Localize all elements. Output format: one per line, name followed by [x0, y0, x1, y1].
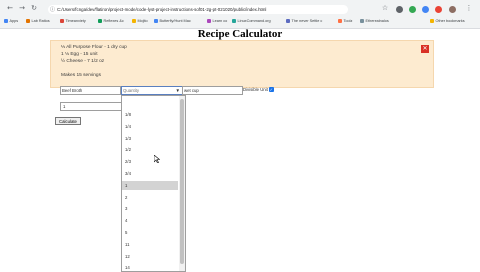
- bookmark-item[interactable]: Toolz: [338, 18, 352, 25]
- bookmark-item[interactable]: The never Settle c: [286, 18, 322, 25]
- dropdown-option[interactable]: 3/4: [122, 169, 178, 178]
- page-title: Recipe Calculator: [197, 28, 283, 40]
- bookmark-item[interactable]: Reflexes &c: [98, 18, 124, 25]
- bookmark-icon: [232, 19, 236, 23]
- profile-avatar[interactable]: [449, 6, 456, 13]
- bookmark-item[interactable]: Learn co: [207, 18, 227, 25]
- output-line: 1 ⅛ Egg - 15 unit: [61, 52, 98, 57]
- checkbox-icon[interactable]: ✓: [268, 87, 274, 93]
- bookmark-icon: [154, 19, 158, 23]
- address-text: C:/Users/fcnga/dev/flatiron/project-mode…: [57, 7, 267, 12]
- dropdown-option[interactable]: 1: [122, 180, 178, 190]
- bookmark-item[interactable]: Lab Ratios: [26, 18, 50, 25]
- reload-icon[interactable]: ↻: [30, 4, 38, 12]
- recipe-output: ✕ ⅓ All Purpose Flour - 1 dry cup 1 ⅛ Eg…: [50, 40, 434, 88]
- bookmark-icon: [26, 19, 30, 23]
- unit-input[interactable]: wet cup: [182, 86, 243, 95]
- output-line: ⅓ All Purpose Flour - 1 dry cup: [61, 45, 127, 50]
- bookmark-item[interactable]: Mojito: [132, 18, 148, 25]
- servings-text: Makes 15 servings: [61, 73, 101, 78]
- extension-icon[interactable]: [422, 6, 429, 13]
- ingredient-input[interactable]: Beef Broth: [60, 86, 121, 95]
- bookmark-icon: [338, 19, 342, 23]
- extension-icon[interactable]: [396, 6, 403, 13]
- menu-icon[interactable]: ⋮: [465, 4, 473, 12]
- back-icon[interactable]: ←: [6, 4, 14, 12]
- bookmark-icon: [360, 19, 364, 23]
- dropdown-option[interactable]: 3: [122, 204, 178, 213]
- extension-icon[interactable]: [435, 6, 442, 13]
- servings-input[interactable]: 1: [60, 102, 122, 111]
- bookmark-icon: [98, 19, 102, 23]
- file-icon: ⓘ: [49, 7, 55, 13]
- scrollbar-thumb[interactable]: [180, 99, 184, 264]
- star-icon[interactable]: ☆: [381, 4, 389, 12]
- bookmark-item[interactable]: Butterfly/Hunt Mac: [154, 18, 191, 25]
- dropdown-option[interactable]: 1/3: [122, 134, 178, 143]
- dropdown-option[interactable]: 2: [122, 193, 178, 202]
- apps-icon: [4, 19, 8, 23]
- browser-toolbar: ← → ↻ ⓘ C:/Users/fcnga/dev/flatiron/proje…: [0, 2, 480, 16]
- dropdown-option[interactable]: 1/4: [122, 122, 178, 131]
- divisible-unit[interactable]: Divisible Unit ✓: [243, 86, 274, 94]
- close-icon[interactable]: ✕: [421, 45, 429, 53]
- dropdown-option[interactable]: 4: [122, 216, 178, 225]
- bookmark-icon: [286, 19, 290, 23]
- quantity-placeholder: Quantity: [123, 88, 140, 93]
- bookmark-icon: [207, 19, 211, 23]
- dropdown-option[interactable]: 11: [122, 240, 178, 249]
- bookmark-item[interactable]: Timeanxiety: [60, 18, 86, 25]
- mouse-cursor-icon: [154, 155, 160, 163]
- dropdown-option[interactable]: 14: [122, 263, 178, 271]
- bookmark-item[interactable]: LinuxCommand.org: [232, 18, 271, 25]
- bookmark-other[interactable]: Other bookmarks: [430, 18, 465, 25]
- quantity-dropdown[interactable]: 1/81/41/31/22/33/4123451112143/2: [121, 95, 186, 272]
- bookmark-icon: [132, 19, 136, 23]
- extension-icon[interactable]: [409, 6, 416, 13]
- forward-icon[interactable]: →: [18, 4, 26, 12]
- folder-icon: [430, 19, 434, 23]
- bookmark-icon: [60, 19, 64, 23]
- calculate-button[interactable]: Calculate: [55, 117, 81, 125]
- address-bar[interactable]: ⓘ C:/Users/fcnga/dev/flatiron/project-mod…: [48, 5, 348, 14]
- output-line: ½ Cheese - 7 1/2 oz: [61, 59, 105, 64]
- dropdown-option[interactable]: 1/2: [122, 145, 178, 154]
- divisible-label: Divisible Unit: [243, 87, 268, 92]
- dropdown-option[interactable]: 12: [122, 252, 178, 261]
- quantity-select[interactable]: Quantity ▼: [121, 86, 183, 95]
- bookmark-item[interactable]: Etherealnalos: [360, 18, 389, 25]
- dropdown-option[interactable]: 5: [122, 228, 178, 237]
- chevron-down-icon: ▼: [175, 88, 180, 93]
- bookmark-apps[interactable]: Apps: [4, 18, 18, 25]
- dropdown-option[interactable]: 1/8: [122, 110, 178, 119]
- browser-chrome: ← → ↻ ⓘ C:/Users/fcnga/dev/flatiron/proje…: [0, 0, 480, 29]
- dropdown-option[interactable]: 2/3: [122, 157, 178, 166]
- dropdown-scrollbar[interactable]: [179, 96, 185, 271]
- bookmarks-bar: Apps Lab Ratios Timeanxiety Reflexes &c …: [0, 16, 480, 27]
